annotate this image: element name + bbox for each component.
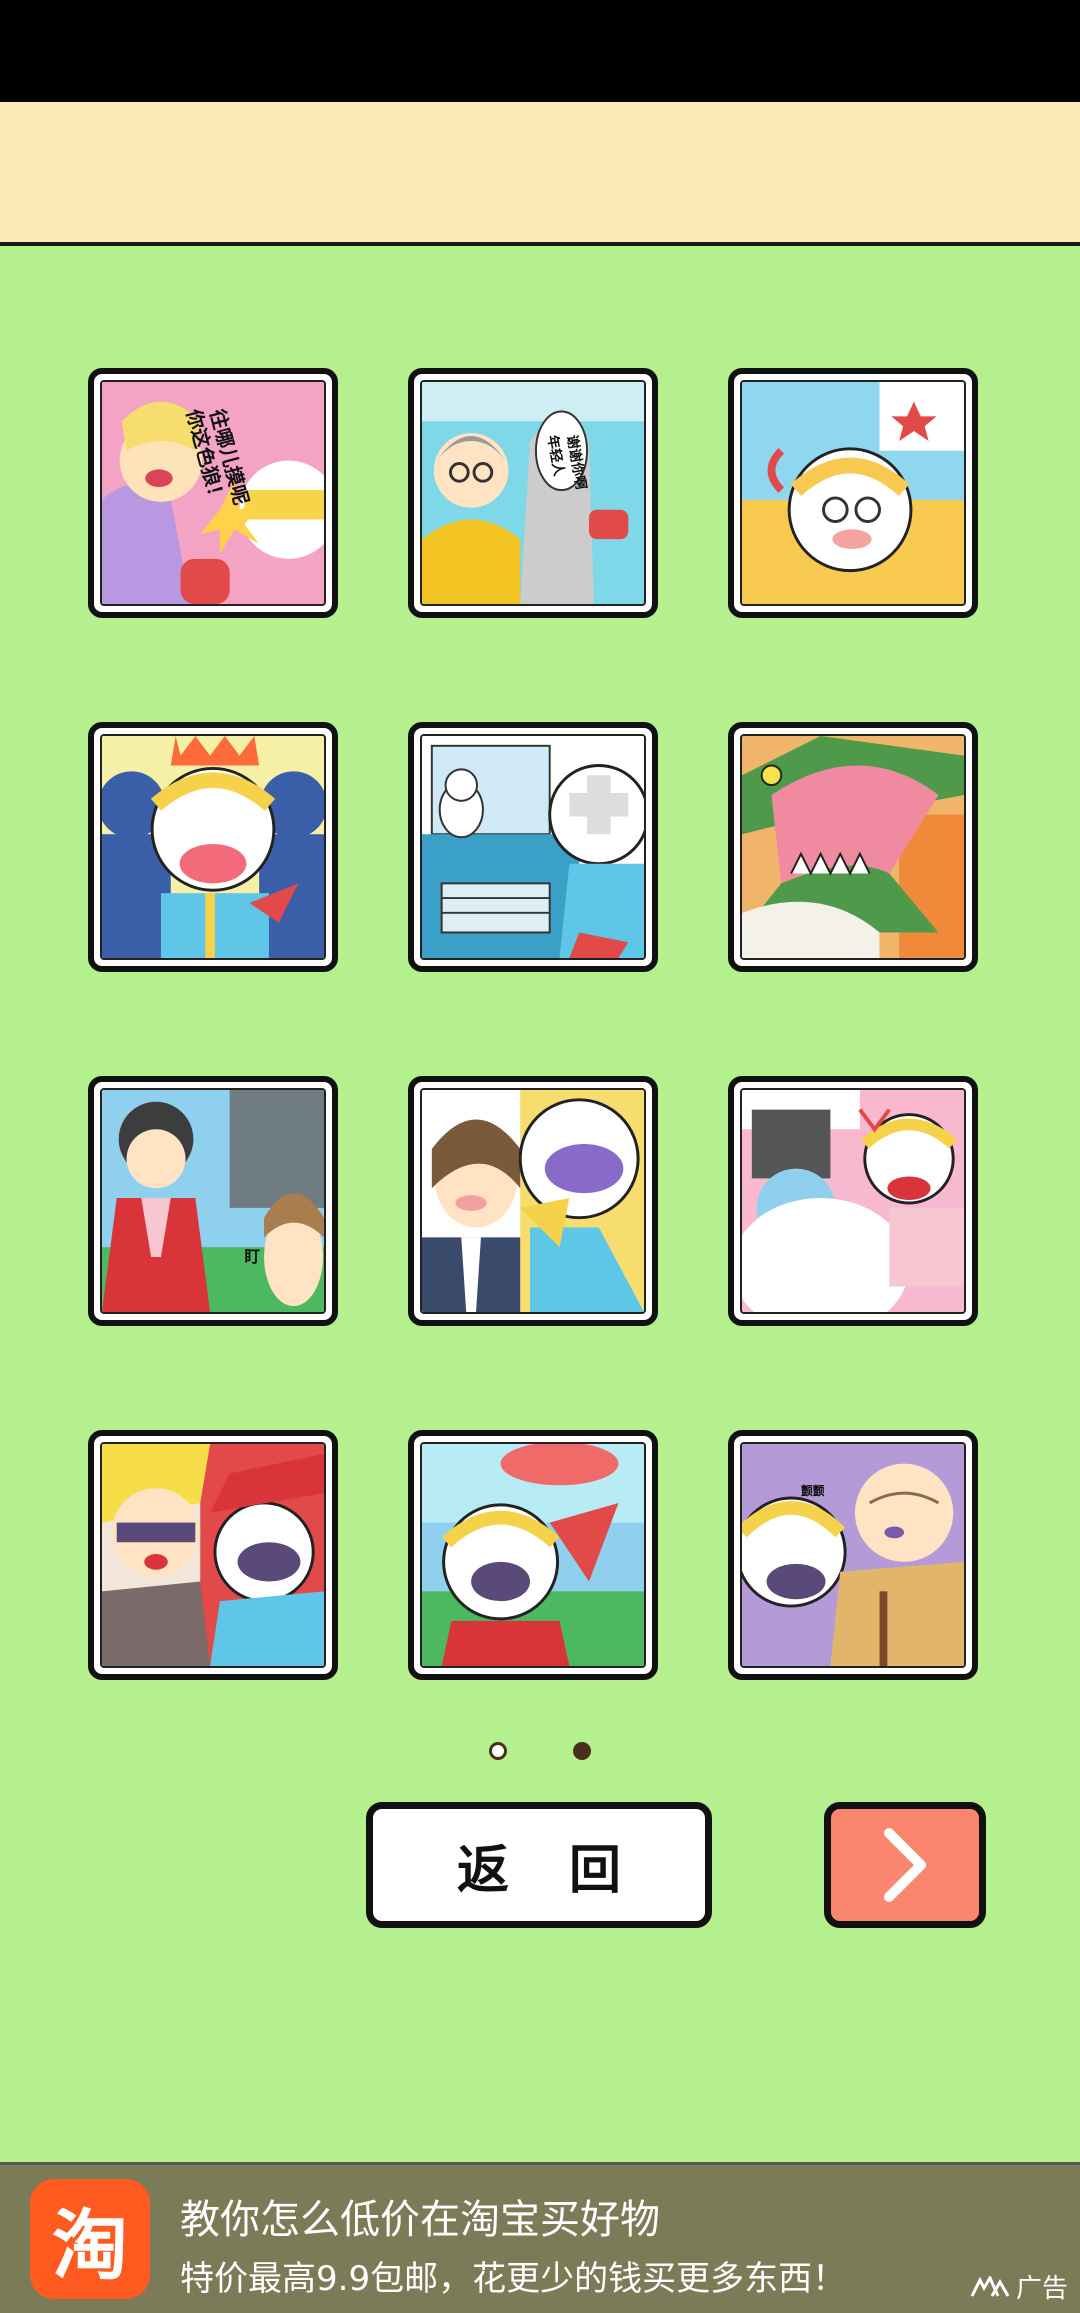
scene-tile-12[interactable]: 颤颤 [728, 1430, 978, 1680]
ad-badge-label: 广告 [1015, 2274, 1068, 2304]
scene-tile-1[interactable]: 往哪儿摸呢 你这色狼！ [88, 368, 338, 618]
scene-5-illustration [422, 736, 644, 958]
scene-tile-5[interactable] [408, 722, 658, 972]
scene-7-caption: 盯 [244, 1247, 260, 1266]
taobao-logo-icon[interactable]: 淘 [30, 2179, 150, 2299]
scene-tile-3[interactable] [728, 368, 978, 618]
ad-title: 教你怎么低价在淘宝买好物 [180, 2197, 660, 2243]
scene-tile-4[interactable] [88, 722, 338, 972]
page-indicator-dot-1[interactable] [489, 1742, 507, 1760]
ad-banner[interactable]: 淘 教你怎么低价在淘宝买好物 特价最高9.9包邮，花更少的钱买更多东西！ 广告 [0, 2162, 1080, 2313]
scene-tile-10[interactable] [88, 1430, 338, 1680]
ad-source-icon [970, 2275, 1010, 2297]
scene-11-illustration [422, 1444, 644, 1666]
scene-2-illustration: 年轻人 谢谢你啊 [422, 382, 644, 604]
scene-7-illustration: 盯 [102, 1090, 324, 1312]
ad-badge: 广告 [970, 2268, 1068, 2305]
scene-4-illustration [102, 736, 324, 958]
scene-tile-11[interactable] [408, 1430, 658, 1680]
scene-1-illustration: 往哪儿摸呢 你这色狼！ [102, 382, 324, 604]
scene-12-illustration: 颤颤 [742, 1444, 964, 1666]
page-indicator-dot-2[interactable] [573, 1742, 591, 1760]
back-button-label: 返回 [456, 1840, 681, 1901]
scene-9-illustration [742, 1090, 964, 1312]
back-button[interactable]: 返回 [366, 1802, 712, 1928]
scene-tile-7[interactable]: 盯 [88, 1076, 338, 1326]
scene-12-caption: 颤颤 [801, 1484, 825, 1498]
scene-gallery: 往哪儿摸呢 你这色狼！ 年轻人 谢谢你啊 盯 颤颤 [0, 0, 1080, 1700]
scene-6-illustration [742, 736, 964, 958]
taobao-logo-glyph: 淘 [52, 2201, 128, 2290]
scene-3-illustration [742, 382, 964, 604]
scene-8-illustration [422, 1090, 644, 1312]
ad-subtitle: 特价最高9.9包邮，花更少的钱买更多东西！ [180, 2259, 847, 2299]
next-page-button[interactable] [824, 1802, 986, 1928]
chevron-right-icon [884, 1828, 926, 1902]
scene-tile-6[interactable] [728, 722, 978, 972]
scene-tile-2[interactable]: 年轻人 谢谢你啊 [408, 368, 658, 618]
scene-tile-9[interactable] [728, 1076, 978, 1326]
scene-10-illustration [102, 1444, 324, 1666]
scene-tile-8[interactable] [408, 1076, 658, 1326]
